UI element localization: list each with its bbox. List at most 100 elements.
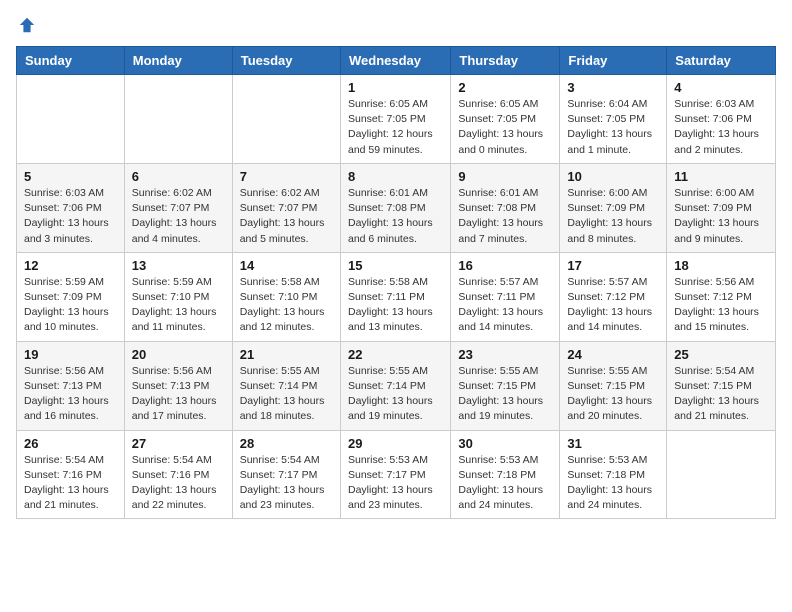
day-info: Sunrise: 5:53 AM Sunset: 7:17 PM Dayligh… (348, 453, 443, 514)
day-number: 28 (240, 436, 333, 451)
day-number: 17 (567, 258, 659, 273)
calendar-cell: 16 Sunrise: 5:57 AM Sunset: 7:11 PM Dayli… (451, 252, 560, 341)
day-number: 25 (674, 347, 768, 362)
calendar-cell: 7Sunrise: 6:02 AM Sunset: 7:07 PM Daylig… (232, 163, 340, 252)
day-number: 5 (24, 169, 117, 184)
calendar-cell: 29 Sunrise: 5:53 AM Sunset: 7:17 PM Dayli… (340, 430, 450, 519)
weekday-header: Friday (560, 47, 667, 75)
day-number: 10 (567, 169, 659, 184)
calendar-week-row: 5 Sunrise: 6:03 AM Sunset: 7:06 PM Daylig… (17, 163, 776, 252)
day-info: Sunrise: 5:53 AM Sunset: 7:18 PM Dayligh… (567, 453, 659, 514)
day-number: 29 (348, 436, 443, 451)
weekday-header: Wednesday (340, 47, 450, 75)
calendar-cell: 19 Sunrise: 5:56 AM Sunset: 7:13 PM Dayli… (17, 341, 125, 430)
calendar-cell: 6 Sunrise: 6:02 AM Sunset: 7:07 PM Daylig… (124, 163, 232, 252)
day-number: 4 (674, 80, 768, 95)
day-number: 15 (348, 258, 443, 273)
day-info: Sunrise: 5:56 AM Sunset: 7:13 PM Dayligh… (24, 364, 117, 425)
day-info: Sunrise: 5:54 AM Sunset: 7:15 PM Dayligh… (674, 364, 768, 425)
day-number: 21 (240, 347, 333, 362)
calendar-cell: 25 Sunrise: 5:54 AM Sunset: 7:15 PM Dayli… (667, 341, 776, 430)
day-info: Sunrise: 5:58 AM Sunset: 7:11 PM Dayligh… (348, 275, 443, 336)
calendar-cell (667, 430, 776, 519)
day-info: Sunrise: 6:05 AM Sunset: 7:05 PM Dayligh… (458, 97, 552, 158)
day-number: 19 (24, 347, 117, 362)
day-info: Sunrise: 6:04 AM Sunset: 7:05 PM Dayligh… (567, 97, 659, 158)
calendar-cell: 15 Sunrise: 5:58 AM Sunset: 7:11 PM Dayli… (340, 252, 450, 341)
day-info: Sunrise: 5:54 AM Sunset: 7:16 PM Dayligh… (24, 453, 117, 514)
day-info: Sunrise: 6:00 AM Sunset: 7:09 PM Dayligh… (674, 186, 768, 247)
day-number: 24 (567, 347, 659, 362)
day-info: Sunrise: 6:01 AM Sunset: 7:08 PM Dayligh… (348, 186, 443, 247)
calendar-cell: 13 Sunrise: 5:59 AM Sunset: 7:10 PM Dayli… (124, 252, 232, 341)
day-info: Sunrise: 6:02 AM Sunset: 7:07 PM Dayligh… (240, 186, 333, 247)
day-info: Sunrise: 5:58 AM Sunset: 7:10 PM Dayligh… (240, 275, 333, 336)
weekday-header: Tuesday (232, 47, 340, 75)
day-info: Sunrise: 5:54 AM Sunset: 7:16 PM Dayligh… (132, 453, 225, 514)
day-number: 3 (567, 80, 659, 95)
calendar-cell: 12Sunrise: 5:59 AM Sunset: 7:09 PM Dayli… (17, 252, 125, 341)
day-number: 30 (458, 436, 552, 451)
weekday-header: Thursday (451, 47, 560, 75)
calendar-cell: 18 Sunrise: 5:56 AM Sunset: 7:12 PM Dayli… (667, 252, 776, 341)
day-info: Sunrise: 6:05 AM Sunset: 7:05 PM Dayligh… (348, 97, 443, 158)
day-info: Sunrise: 5:55 AM Sunset: 7:15 PM Dayligh… (567, 364, 659, 425)
calendar-week-row: 19 Sunrise: 5:56 AM Sunset: 7:13 PM Dayli… (17, 341, 776, 430)
calendar-cell: 28 Sunrise: 5:54 AM Sunset: 7:17 PM Dayli… (232, 430, 340, 519)
calendar-week-row: 12Sunrise: 5:59 AM Sunset: 7:09 PM Dayli… (17, 252, 776, 341)
weekday-header: Monday (124, 47, 232, 75)
day-number: 11 (674, 169, 768, 184)
calendar-cell: 31 Sunrise: 5:53 AM Sunset: 7:18 PM Dayli… (560, 430, 667, 519)
day-number: 26 (24, 436, 117, 451)
calendar-cell (124, 75, 232, 164)
day-info: Sunrise: 5:54 AM Sunset: 7:17 PM Dayligh… (240, 453, 333, 514)
calendar-cell: 14Sunrise: 5:58 AM Sunset: 7:10 PM Dayli… (232, 252, 340, 341)
calendar-cell: 24 Sunrise: 5:55 AM Sunset: 7:15 PM Dayli… (560, 341, 667, 430)
day-info: Sunrise: 5:56 AM Sunset: 7:12 PM Dayligh… (674, 275, 768, 336)
calendar-cell: 11 Sunrise: 6:00 AM Sunset: 7:09 PM Dayli… (667, 163, 776, 252)
calendar-cell: 2 Sunrise: 6:05 AM Sunset: 7:05 PM Daylig… (451, 75, 560, 164)
calendar-cell: 4 Sunrise: 6:03 AM Sunset: 7:06 PM Daylig… (667, 75, 776, 164)
day-info: Sunrise: 6:03 AM Sunset: 7:06 PM Dayligh… (674, 97, 768, 158)
calendar-cell: 17 Sunrise: 5:57 AM Sunset: 7:12 PM Dayli… (560, 252, 667, 341)
day-number: 12 (24, 258, 117, 273)
day-number: 31 (567, 436, 659, 451)
calendar-cell: 26 Sunrise: 5:54 AM Sunset: 7:16 PM Dayli… (17, 430, 125, 519)
calendar-week-row: 1 Sunrise: 6:05 AM Sunset: 7:05 PM Daylig… (17, 75, 776, 164)
day-number: 9 (458, 169, 552, 184)
calendar-cell: 8 Sunrise: 6:01 AM Sunset: 7:08 PM Daylig… (340, 163, 450, 252)
calendar-cell: 10Sunrise: 6:00 AM Sunset: 7:09 PM Dayli… (560, 163, 667, 252)
calendar-cell: 3 Sunrise: 6:04 AM Sunset: 7:05 PM Daylig… (560, 75, 667, 164)
day-number: 2 (458, 80, 552, 95)
day-number: 13 (132, 258, 225, 273)
day-info: Sunrise: 5:56 AM Sunset: 7:13 PM Dayligh… (132, 364, 225, 425)
day-number: 1 (348, 80, 443, 95)
day-number: 23 (458, 347, 552, 362)
day-info: Sunrise: 5:53 AM Sunset: 7:18 PM Dayligh… (458, 453, 552, 514)
calendar-cell: 1 Sunrise: 6:05 AM Sunset: 7:05 PM Daylig… (340, 75, 450, 164)
calendar-cell: 27Sunrise: 5:54 AM Sunset: 7:16 PM Dayli… (124, 430, 232, 519)
day-info: Sunrise: 5:55 AM Sunset: 7:15 PM Dayligh… (458, 364, 552, 425)
day-number: 8 (348, 169, 443, 184)
day-info: Sunrise: 5:55 AM Sunset: 7:14 PM Dayligh… (348, 364, 443, 425)
calendar-cell: 9 Sunrise: 6:01 AM Sunset: 7:08 PM Daylig… (451, 163, 560, 252)
day-info: Sunrise: 6:03 AM Sunset: 7:06 PM Dayligh… (24, 186, 117, 247)
calendar-cell: 5 Sunrise: 6:03 AM Sunset: 7:06 PM Daylig… (17, 163, 125, 252)
calendar-header-row: SundayMondayTuesdayWednesdayThursdayFrid… (17, 47, 776, 75)
day-number: 6 (132, 169, 225, 184)
logo-icon (18, 16, 36, 34)
day-number: 18 (674, 258, 768, 273)
day-info: Sunrise: 5:57 AM Sunset: 7:12 PM Dayligh… (567, 275, 659, 336)
calendar-cell: 20Sunrise: 5:56 AM Sunset: 7:13 PM Dayli… (124, 341, 232, 430)
day-info: Sunrise: 6:01 AM Sunset: 7:08 PM Dayligh… (458, 186, 552, 247)
calendar-cell: 30 Sunrise: 5:53 AM Sunset: 7:18 PM Dayli… (451, 430, 560, 519)
calendar-cell: 21Sunrise: 5:55 AM Sunset: 7:14 PM Dayli… (232, 341, 340, 430)
day-number: 22 (348, 347, 443, 362)
day-info: Sunrise: 5:57 AM Sunset: 7:11 PM Dayligh… (458, 275, 552, 336)
weekday-header: Saturday (667, 47, 776, 75)
day-info: Sunrise: 6:02 AM Sunset: 7:07 PM Dayligh… (132, 186, 225, 247)
calendar-cell: 22 Sunrise: 5:55 AM Sunset: 7:14 PM Dayli… (340, 341, 450, 430)
calendar-cell (232, 75, 340, 164)
day-number: 16 (458, 258, 552, 273)
day-info: Sunrise: 5:59 AM Sunset: 7:10 PM Dayligh… (132, 275, 225, 336)
